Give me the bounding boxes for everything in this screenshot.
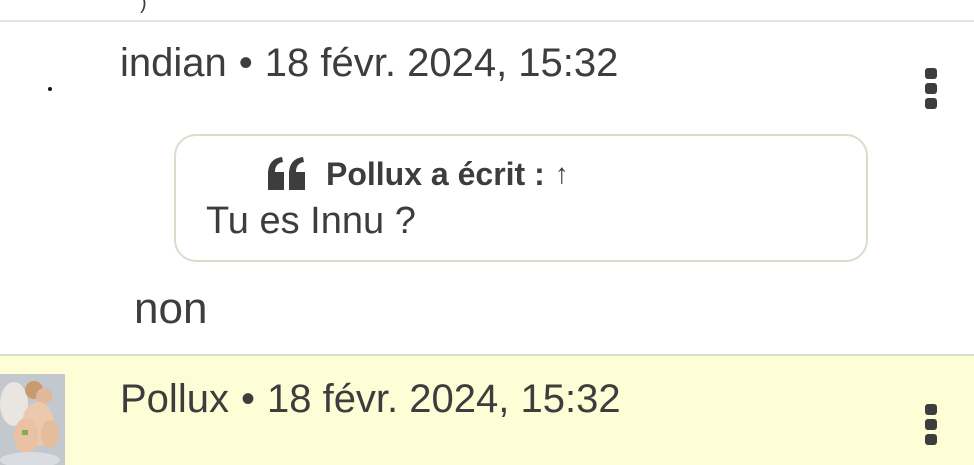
meta-separator: • bbox=[238, 41, 253, 85]
avatar-image bbox=[0, 374, 65, 465]
quote-block: Pollux a écrit : ↑ Tu es Innu ? bbox=[174, 134, 868, 262]
post-author[interactable]: Pollux bbox=[120, 377, 229, 421]
quote-icon bbox=[268, 157, 305, 190]
post-content: non bbox=[134, 284, 208, 333]
topic-page: ) indian • 18 févr. 2024, 15:32 Pollux a é… bbox=[0, 0, 974, 465]
previous-post-text-fragment: ) bbox=[140, 0, 147, 14]
quote-text: Tu es Innu ? bbox=[206, 200, 416, 242]
post-menu-button[interactable] bbox=[920, 66, 942, 112]
quote-source-link[interactable]: ↑ bbox=[555, 158, 569, 190]
post-pollux: Pollux • 18 févr. 2024, 15:32 bbox=[0, 356, 974, 465]
previous-post-remnant: ) bbox=[0, 0, 974, 20]
post-indian: indian • 18 févr. 2024, 15:32 Pollux a écr… bbox=[0, 22, 974, 354]
post-timestamp[interactable]: 18 févr. 2024, 15:32 bbox=[267, 377, 621, 421]
avatar[interactable] bbox=[0, 374, 65, 465]
post-meta: Pollux • 18 févr. 2024, 15:32 bbox=[120, 376, 621, 422]
post-menu-button[interactable] bbox=[920, 402, 942, 448]
post-timestamp[interactable]: 18 févr. 2024, 15:32 bbox=[265, 41, 619, 85]
post-meta: indian • 18 févr. 2024, 15:32 bbox=[120, 40, 618, 86]
quote-header: Pollux a écrit : ↑ bbox=[266, 154, 569, 194]
avatar[interactable] bbox=[48, 87, 52, 91]
post-author[interactable]: indian bbox=[120, 41, 227, 85]
meta-separator: • bbox=[240, 377, 255, 421]
quote-author-label: Pollux a écrit : bbox=[326, 155, 545, 192]
